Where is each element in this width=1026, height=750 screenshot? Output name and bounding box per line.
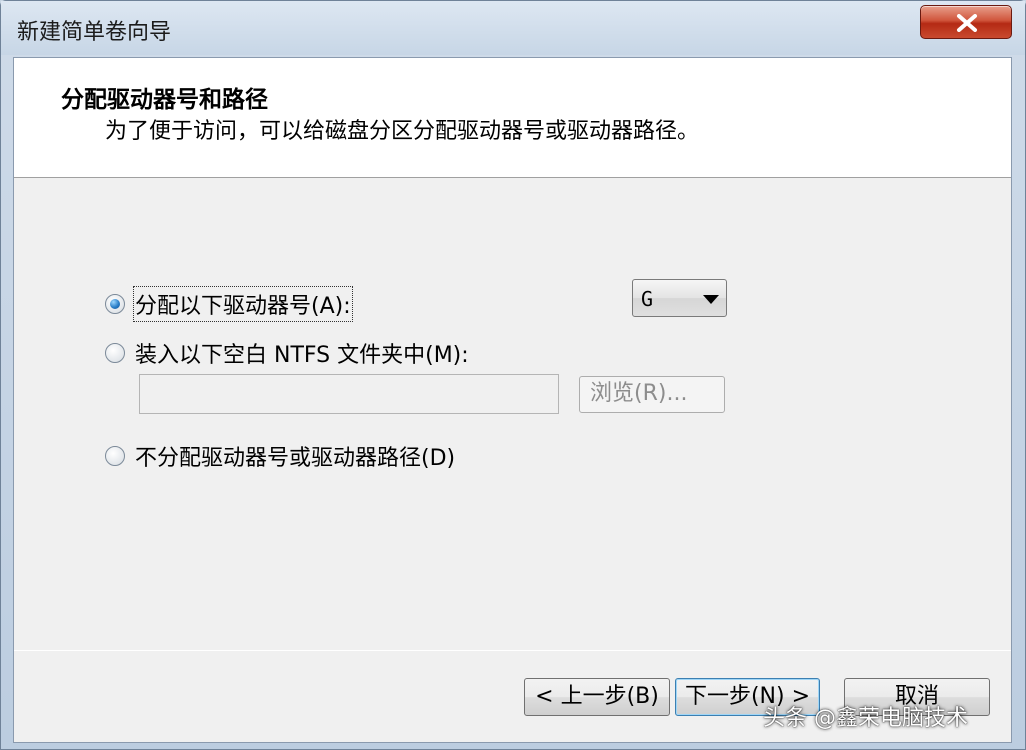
radio-no-assign[interactable] <box>105 446 125 466</box>
option-assign-letter-label: 分配以下驱动器号(A): <box>133 286 353 322</box>
option-mount-folder[interactable]: 装入以下空白 NTFS 文件夹中(M): <box>105 337 469 369</box>
title-bar: 新建简单卷向导 <box>1 1 1025 55</box>
folder-path-input[interactable] <box>139 374 559 414</box>
wizard-window: 新建简单卷向导 分配驱动器号和路径 为了便于访问，可以给磁盘分区分配驱动器号或驱… <box>0 0 1026 750</box>
drive-letter-select[interactable]: G <box>632 279 727 317</box>
browse-button[interactable]: 浏览(R)... <box>579 376 725 413</box>
option-mount-folder-label: 装入以下空白 NTFS 文件夹中(M): <box>135 343 469 368</box>
watermark-text: 头条 @鑫荣电脑技术 <box>763 706 968 731</box>
window-title: 新建简单卷向导 <box>17 20 172 45</box>
radio-mount-folder[interactable] <box>105 343 125 363</box>
footer-divider <box>14 650 1011 651</box>
option-no-assign[interactable]: 不分配驱动器号或驱动器路径(D) <box>105 440 455 472</box>
radio-assign-letter[interactable] <box>105 294 125 314</box>
wizard-header: 分配驱动器号和路径 为了便于访问，可以给磁盘分区分配驱动器号或驱动器路径。 <box>14 58 1011 178</box>
page-title: 分配驱动器号和路径 <box>61 87 268 113</box>
option-no-assign-label: 不分配驱动器号或驱动器路径(D) <box>135 446 456 471</box>
chevron-down-icon <box>703 295 719 304</box>
page-subtitle: 为了便于访问，可以给磁盘分区分配驱动器号或驱动器路径。 <box>105 119 700 144</box>
back-button[interactable]: < 上一步(B) <box>524 678 670 716</box>
wizard-content: 分配驱动器号和路径 为了便于访问，可以给磁盘分区分配驱动器号或驱动器路径。 分配… <box>13 57 1012 743</box>
close-icon <box>957 14 977 32</box>
drive-letter-value: G <box>641 287 654 311</box>
option-assign-letter[interactable]: 分配以下驱动器号(A): <box>105 286 353 322</box>
close-button[interactable] <box>920 5 1012 39</box>
